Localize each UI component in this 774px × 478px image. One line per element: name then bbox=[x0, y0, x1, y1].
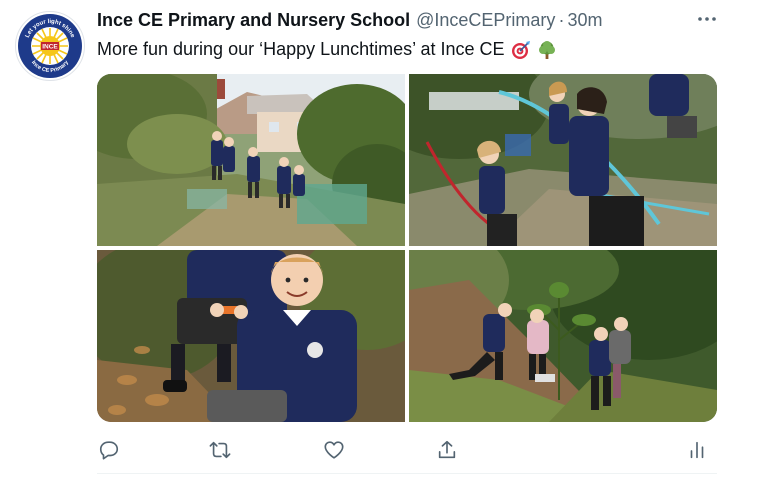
analytics-button[interactable] bbox=[684, 437, 710, 463]
action-bar bbox=[0, 437, 774, 463]
photo-boy-smiling[interactable] bbox=[97, 250, 405, 422]
retweet-button[interactable] bbox=[207, 437, 233, 463]
media-grid bbox=[97, 74, 717, 422]
separator-dot: · bbox=[558, 10, 565, 30]
user-handle[interactable]: @InceCEPrimary bbox=[416, 10, 555, 31]
tweet-card[interactable]: INCE Let your light shine Ince CE Primar… bbox=[0, 0, 774, 478]
avatar[interactable]: INCE Let your light shine Ince CE Primar… bbox=[15, 11, 85, 81]
photo-garden-children[interactable] bbox=[97, 74, 405, 246]
tree-icon bbox=[537, 40, 557, 60]
more-options-button[interactable] bbox=[695, 9, 719, 29]
retweet-icon bbox=[209, 441, 231, 459]
tweet-header: Ince CE Primary and Nursery School @Ince… bbox=[97, 10, 602, 34]
reply-button[interactable] bbox=[96, 437, 122, 463]
more-icon bbox=[698, 17, 716, 21]
tweet-body: More fun during our ‘Happy Lunchtimes’ a… bbox=[97, 39, 505, 59]
share-button[interactable] bbox=[434, 437, 460, 463]
timestamp[interactable]: 30m bbox=[567, 10, 602, 31]
like-icon bbox=[324, 441, 344, 459]
tweet-text: More fun during our ‘Happy Lunchtimes’ a… bbox=[97, 39, 557, 60]
photo-archery-bows[interactable] bbox=[409, 74, 717, 246]
reply-icon bbox=[99, 441, 119, 460]
display-name[interactable]: Ince CE Primary and Nursery School bbox=[97, 10, 410, 31]
like-button[interactable] bbox=[321, 437, 347, 463]
school-logo: INCE Let your light shine Ince CE Primar… bbox=[18, 14, 82, 78]
analytics-icon bbox=[690, 441, 704, 459]
share-icon bbox=[438, 440, 456, 459]
avatar-center-text: INCE bbox=[42, 44, 58, 51]
photo-woodland-planting[interactable] bbox=[409, 250, 717, 422]
divider bbox=[97, 473, 717, 474]
direct-hit-icon bbox=[511, 40, 531, 60]
